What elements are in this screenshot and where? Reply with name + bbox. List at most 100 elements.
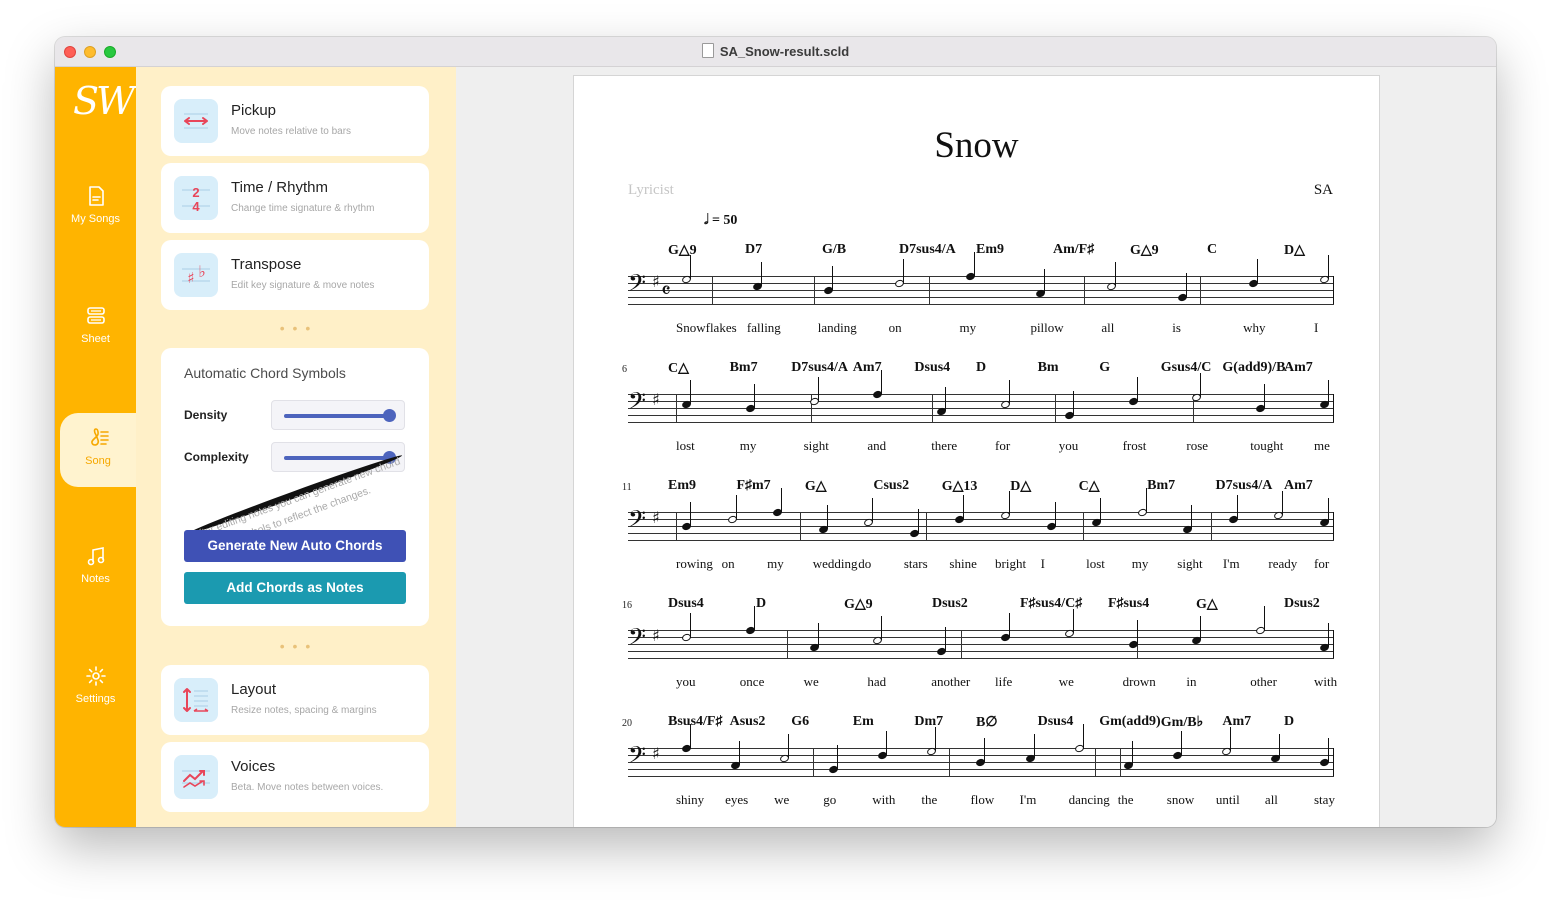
chord-symbol[interactable]: Dsus2 [932,596,968,612]
chord-symbol[interactable]: Am7 [1222,714,1251,730]
chord-symbol[interactable]: Gm(add9) [1099,714,1160,730]
chord-symbol[interactable]: G△9 [844,596,873,613]
staff-system[interactable]: 𝄢 ♯ 16 Dsus4 D G△9 Dsus2 F♯sus4/C♯ F♯sus4 G△ Dsus2… [622,596,1337,689]
density-thumb[interactable] [383,409,396,422]
lyric-syllable[interactable]: falling [747,320,781,336]
lyric-syllable[interactable]: had [867,674,886,690]
chord-symbol[interactable]: Asus2 [730,714,766,730]
generate-auto-chords-button[interactable]: Generate New Auto Chords [184,530,406,562]
layout-card[interactable]: Layout Resize notes, spacing & margins [161,665,429,735]
transpose-card[interactable]: ♯ ♭ Transpose Edit key signature & move n… [161,240,429,310]
nav-item-my-songs[interactable]: My Songs [55,185,136,257]
lyric-syllable[interactable]: sight [804,438,829,454]
chord-symbol[interactable]: G△ [1196,596,1218,613]
staff[interactable]: 𝄢 ♯ 𝄴 [628,252,1334,305]
lyric-syllable[interactable]: the [921,792,937,808]
lyric-syllable[interactable]: you [676,674,696,690]
pickup-card[interactable]: Pickup Move notes relative to bars [161,86,429,156]
chord-symbol[interactable]: B∅ [976,714,998,731]
chord-symbol[interactable]: D△ [1284,242,1305,259]
chord-symbol[interactable]: D7sus4/A [1216,478,1273,494]
lyric-syllable[interactable]: life [995,674,1012,690]
chord-symbol[interactable]: D7 [745,242,762,258]
more-dots[interactable]: • • • [136,638,456,654]
lyric-syllable[interactable]: tought [1250,438,1283,454]
nav-item-song[interactable]: Song [60,413,136,487]
chord-symbol[interactable]: Dsus2 [1284,596,1320,612]
lyric-syllable[interactable]: ready [1268,556,1297,572]
chord-symbol[interactable]: Bm [1038,360,1059,376]
staff[interactable]: 𝄢 ♯ [628,724,1334,777]
lyric-syllable[interactable]: I [1041,556,1045,572]
chord-symbol[interactable]: Dsus4 [1038,714,1074,730]
lyric-syllable[interactable]: stay [1314,792,1335,808]
more-dots[interactable]: • • • [136,320,456,336]
chord-symbol[interactable]: Dsus4 [914,360,950,376]
lyric-syllable[interactable]: other [1250,674,1277,690]
chord-symbol[interactable]: D [976,360,986,376]
chord-symbol[interactable]: Gm/B♭ [1161,714,1203,731]
lyric-syllable[interactable]: with [1314,674,1337,690]
lyric-syllable[interactable]: flow [970,792,994,808]
chord-symbol[interactable]: G/B [822,242,846,258]
chord-symbol[interactable]: G [1099,360,1110,376]
chord-symbol[interactable]: Dm7 [914,714,943,730]
lyric-syllable[interactable]: all [1265,792,1278,808]
staff[interactable]: 𝄢 ♯ [628,606,1334,659]
lyric-syllable[interactable]: there [931,438,957,454]
sheet-viewport[interactable]: Snow Lyricist SA 𝅗𝅥 = 50 𝄢 ♯ 𝄴 G△9 D7 G/B D7su… [456,67,1496,827]
chord-symbol[interactable]: G△ [805,478,827,495]
lyric-syllable[interactable]: is [1172,320,1181,336]
lyric-syllable[interactable]: shine [949,556,976,572]
chord-symbol[interactable]: C [1207,242,1217,258]
density-slider[interactable] [271,400,405,430]
chord-symbol[interactable]: Em [853,714,874,730]
chord-symbol[interactable]: G△9 [1130,242,1159,259]
lyric-syllable[interactable]: sight [1177,556,1202,572]
lyric-syllable[interactable]: we [1059,674,1074,690]
staff-system[interactable]: 𝄢 ♯ 𝄴 G△9 D7 G/B D7sus4/A Em9 Am/F♯ G△9 C D△ Snowfla… [628,242,1334,335]
lyric-syllable[interactable]: once [740,674,765,690]
nav-item-sheet[interactable]: Sheet [55,305,136,377]
chord-symbol[interactable]: Bsus4/F♯ [668,714,722,730]
tempo-marking[interactable]: 𝅗𝅥 = 50 [704,213,737,229]
chord-symbol[interactable]: Am7 [853,360,882,376]
lyric-syllable[interactable]: eyes [725,792,748,808]
chord-symbol[interactable]: Em9 [976,242,1004,258]
chord-symbol[interactable]: Em9 [668,478,696,494]
lyric-syllable[interactable]: my [767,556,784,572]
chord-symbol[interactable]: D [756,596,766,612]
lyric-syllable[interactable]: in [1186,674,1196,690]
lyric-syllable[interactable]: my [740,438,757,454]
chord-symbol[interactable]: Am7 [1284,360,1313,376]
lyric-syllable[interactable]: shiny [676,792,704,808]
staff[interactable]: 𝄢 ♯ [628,488,1334,541]
lyric-syllable[interactable]: go [823,792,836,808]
add-chords-as-notes-button[interactable]: Add Chords as Notes [184,572,406,604]
lyric-syllable[interactable]: we [774,792,789,808]
lyric-syllable[interactable]: I [1314,320,1318,336]
lyric-syllable[interactable]: snow [1167,792,1194,808]
chord-symbol[interactable]: C△ [668,360,689,377]
chord-symbol[interactable]: G△9 [668,242,697,259]
lyric-syllable[interactable]: for [995,438,1010,454]
chord-symbol[interactable]: Bm7 [730,360,758,376]
lyric-syllable[interactable]: why [1243,320,1265,336]
chord-symbol[interactable]: D△ [1010,478,1031,495]
lyric-syllable[interactable]: lost [676,438,695,454]
nav-item-settings[interactable]: Settings [55,665,136,737]
chord-symbol[interactable]: G(add9)/B [1222,360,1285,376]
composer-field[interactable]: SA [1314,182,1333,199]
chord-symbol[interactable]: Bm7 [1147,478,1175,494]
lyric-syllable[interactable]: you [1059,438,1079,454]
lyric-syllable[interactable]: stars [904,556,928,572]
chord-symbol[interactable]: F♯m7 [736,478,770,494]
lyric-syllable[interactable]: all [1101,320,1114,336]
lyric-syllable[interactable]: me [1314,438,1330,454]
staff-system[interactable]: 𝄢 ♯ 11 Em9 F♯m7 G△ Csus2 G△13 D△ C△ Bm7 D7sus4/A Am7… [622,478,1334,571]
lyric-syllable[interactable]: rowing [676,556,713,572]
lyric-syllable[interactable]: and [867,438,886,454]
lyric-syllable[interactable]: Snowflakes [676,320,737,336]
chord-symbol[interactable]: C△ [1079,478,1100,495]
lyric-syllable[interactable]: landing [818,320,857,336]
